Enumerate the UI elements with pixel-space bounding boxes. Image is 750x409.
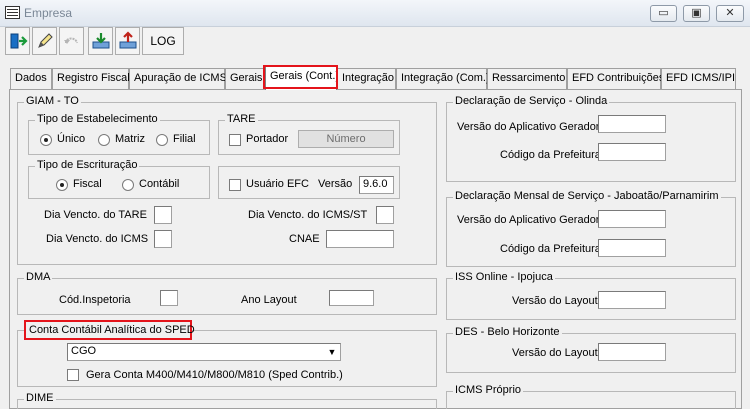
cnae-label: CNAE	[289, 233, 320, 245]
label-unico: Único	[57, 133, 86, 145]
tab-registro-fiscal[interactable]: Registro Fiscal	[52, 68, 130, 89]
export-tray-icon	[119, 31, 136, 49]
import-tray-icon	[92, 33, 109, 49]
window-title: Empresa	[24, 6, 73, 20]
radio-unico[interactable]	[40, 134, 52, 146]
tab-integracao-com[interactable]: Integração (Com.)	[396, 68, 490, 89]
iss-ipojuca-title: ISS Online - Ipojuca	[453, 271, 555, 283]
dma-title: DMA	[24, 271, 53, 283]
jaboatao-title: Declaração Mensal de Serviço - Jaboatão/…	[453, 190, 721, 202]
iss-ipojuca-versao-label: Versão do Layout	[512, 295, 598, 307]
usuario-efc-checkbox[interactable]	[229, 179, 241, 191]
close-button[interactable]: ✕	[716, 5, 744, 22]
radio-matriz[interactable]	[98, 134, 110, 146]
title-bar	[0, 0, 750, 27]
maximize-button[interactable]: ▣	[683, 5, 710, 22]
import-button[interactable]	[88, 27, 113, 55]
tab-ressarcimento[interactable]: Ressarcimento	[487, 68, 567, 89]
ano-layout-field[interactable]	[329, 290, 374, 306]
radio-fiscal[interactable]	[56, 179, 68, 191]
dia-vencto-icms-st-field[interactable]	[376, 206, 394, 224]
log-button[interactable]: LOG	[142, 27, 184, 55]
tab-dados[interactable]: Dados	[10, 68, 52, 89]
dia-vencto-tare-field[interactable]	[154, 206, 172, 224]
des-bh-title: DES - Belo Horizonte	[453, 326, 562, 338]
jaboatao-codigo-label: Código da Prefeitura	[500, 243, 601, 255]
jaboatao-versao-field[interactable]	[598, 210, 666, 228]
sped-account-value: CGO	[71, 345, 97, 357]
label-contabil: Contábil	[139, 178, 180, 190]
des-bh-versao-label: Versão do Layout	[512, 347, 598, 359]
jaboatao-versao-label: Versão do Aplicativo Gerador	[457, 214, 600, 226]
label-fiscal: Fiscal	[73, 178, 102, 190]
radio-filial[interactable]	[156, 134, 168, 146]
sped-title-highlight: Conta Contábil Analítica do SPED	[24, 320, 195, 340]
tare-title: TARE	[225, 113, 258, 125]
exit-door-icon	[10, 33, 28, 49]
export-button[interactable]	[115, 27, 140, 55]
app-window-icon[interactable]	[5, 6, 20, 19]
tipo-escrituracao-title: Tipo de Escrituração	[35, 159, 140, 171]
olinda-codigo-label: Código da Prefeitura	[500, 149, 601, 161]
dia-vencto-icms-field[interactable]	[154, 230, 172, 248]
pencil-edit-icon	[37, 33, 53, 48]
tab-gerais-cont[interactable]: Gerais (Cont.)	[265, 66, 339, 90]
minimize-button[interactable]: ▭	[650, 5, 677, 22]
usuario-efc-label: Usuário EFC	[246, 178, 309, 190]
label-matriz: Matriz	[115, 133, 145, 145]
numero-button[interactable]: Número	[298, 130, 394, 148]
chevron-down-icon[interactable]: ▼	[325, 345, 339, 359]
tab-integracao[interactable]: Integração	[337, 68, 396, 89]
portador-label: Portador	[246, 133, 289, 145]
undo-button[interactable]	[59, 27, 84, 55]
olinda-versao-label: Versão do Aplicativo Gerador	[457, 121, 600, 133]
tab-efd-icms-ipi[interactable]: EFD ICMS/IPI	[661, 68, 736, 89]
portador-checkbox[interactable]	[229, 134, 241, 146]
sped-account-select[interactable]: CGO ▼	[67, 343, 341, 361]
cnae-field[interactable]	[326, 230, 394, 248]
dime-title: DIME	[24, 392, 56, 404]
tab-apuracao-icms[interactable]: Apuração de ICMS	[129, 68, 227, 89]
icms-proprio-group: ICMS Próprio	[446, 384, 736, 409]
des-bh-versao-field[interactable]	[598, 343, 666, 361]
tipo-estabelecimento-title: Tipo de Estabelecimento	[35, 113, 160, 125]
dia-vencto-icms-label: Dia Vencto. do ICMS	[46, 233, 149, 245]
tab-efd-contribuicoes[interactable]: EFD Contribuições	[567, 68, 664, 89]
jaboatao-group: Declaração Mensal de Serviço - Jaboatão/…	[446, 190, 736, 267]
label-filial: Filial	[173, 133, 196, 145]
dia-vencto-icms-st-label: Dia Vencto. do ICMS/ST	[248, 209, 368, 221]
tab-gerais[interactable]: Gerais	[225, 68, 265, 89]
cod-inspetoria-label: Cód.Inspetoria	[59, 294, 131, 306]
radio-contabil[interactable]	[122, 179, 134, 191]
olinda-group: Declaração de Serviço - Olinda	[446, 95, 736, 182]
versao-field[interactable]: 9.6.0	[359, 176, 394, 194]
undo-disabled-icon	[63, 37, 78, 44]
edit-button[interactable]	[32, 27, 57, 55]
sped-title: Conta Contábil Analítica do SPED	[29, 324, 195, 336]
ano-layout-label: Ano Layout	[241, 294, 297, 306]
olinda-versao-field[interactable]	[598, 115, 666, 133]
iss-ipojuca-versao-field[interactable]	[598, 291, 666, 309]
olinda-codigo-field[interactable]	[598, 143, 666, 161]
giam-title: GIAM - TO	[24, 95, 81, 107]
gera-conta-label: Gera Conta M400/M410/M800/M810 (Sped Con…	[86, 369, 343, 381]
dia-vencto-tare-label: Dia Vencto. do TARE	[44, 209, 147, 221]
icms-proprio-title: ICMS Próprio	[453, 384, 524, 396]
versao-label: Versão	[318, 178, 353, 190]
jaboatao-codigo-field[interactable]	[598, 239, 666, 257]
exit-button[interactable]	[5, 27, 30, 55]
cod-inspetoria-field[interactable]	[160, 290, 178, 306]
olinda-title: Declaração de Serviço - Olinda	[453, 95, 610, 107]
gera-conta-checkbox[interactable]	[67, 369, 79, 381]
